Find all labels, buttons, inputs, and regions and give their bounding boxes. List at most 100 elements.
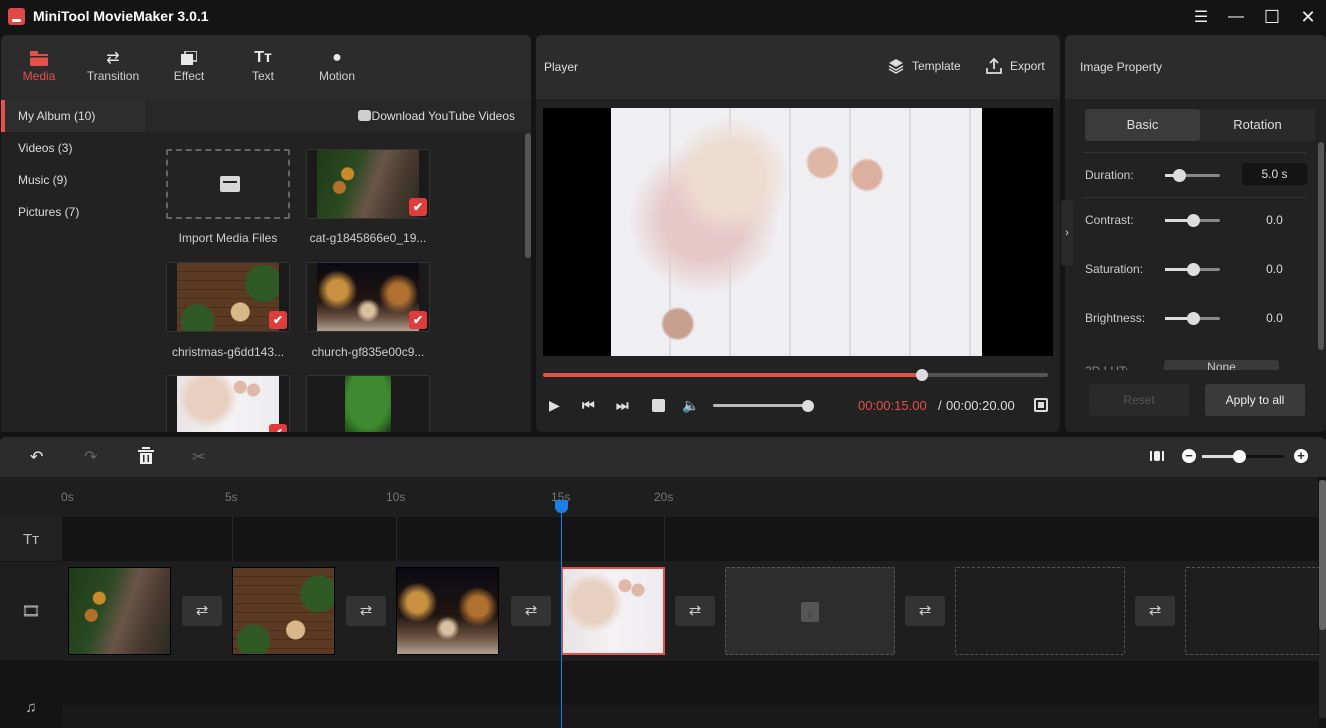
tab-media-label: Media — [22, 69, 56, 83]
play-button[interactable]: ▶ — [549, 397, 560, 414]
seek-handle[interactable] — [915, 369, 928, 381]
empty-clip-slot[interactable] — [1185, 567, 1325, 655]
media-item[interactable]: ✔ — [166, 375, 290, 432]
split-button[interactable]: ✂ — [192, 447, 205, 467]
import-media-button[interactable] — [166, 149, 290, 219]
player-header: Player Template Export — [536, 35, 1060, 99]
transition-slot[interactable]: ⇄ — [182, 596, 222, 626]
transition-slot[interactable]: ⇄ — [675, 596, 715, 626]
folder-icon — [220, 176, 240, 192]
media-item[interactable] — [306, 375, 430, 432]
text-track[interactable]: Tт — [0, 517, 1318, 561]
transition-slot[interactable]: ⇄ — [905, 596, 945, 626]
saturation-handle[interactable] — [1186, 263, 1200, 276]
apply-to-all-button[interactable]: Apply to all — [1205, 384, 1305, 416]
collapse-panel-handle[interactable]: › — [1061, 200, 1073, 266]
contrast-handle[interactable] — [1186, 214, 1200, 227]
maximize-button[interactable]: ☐ — [1259, 5, 1285, 29]
playhead-handle[interactable] — [555, 500, 568, 513]
timeline-clip-cat[interactable] — [68, 567, 171, 655]
saturation-value: 0.0 — [1266, 262, 1283, 276]
minimize-button[interactable]: — — [1223, 5, 1249, 29]
tab-text[interactable]: Tт Text — [228, 47, 298, 83]
tab-media[interactable]: Media — [4, 47, 74, 83]
undo-button[interactable]: ↶ — [30, 447, 43, 467]
volume-icon[interactable]: 🔈 — [682, 397, 699, 414]
tab-effect[interactable]: Effect — [154, 47, 224, 83]
empty-clip-slot[interactable]: ↓ — [725, 567, 895, 655]
previous-frame-button[interactable]: ⏮ — [582, 397, 595, 414]
template-button[interactable]: Template — [888, 58, 961, 74]
close-button[interactable]: ✕ — [1295, 5, 1321, 29]
volume-slider[interactable] — [713, 400, 814, 412]
transition-slot[interactable]: ⇄ — [1135, 596, 1175, 626]
timeline-scrollbar[interactable] — [1319, 480, 1326, 630]
folder-icon — [4, 47, 74, 69]
duration-handle[interactable] — [1172, 169, 1186, 182]
brightness-handle[interactable] — [1186, 312, 1200, 325]
lut-select[interactable]: None — [1164, 360, 1279, 370]
video-track: 🎞 ⇄ ⇄ ⇄ ⇄ ↓ ⇄ ⇄ — [0, 561, 1325, 661]
property-scrollbar[interactable] — [1318, 142, 1324, 350]
duration-slider[interactable] — [1165, 169, 1220, 182]
timeline-ruler[interactable]: 0s 5s 10s 15s 20s — [0, 477, 1318, 517]
gridline — [396, 517, 397, 561]
timeline-zoom-slider[interactable] — [1202, 450, 1284, 463]
tab-text-label: Text — [251, 69, 274, 83]
playhead-line — [561, 505, 562, 728]
duration-input[interactable]: 5.0 s — [1242, 163, 1307, 185]
timeline-clip-church[interactable] — [396, 567, 499, 655]
category-music[interactable]: Music (9) — [1, 164, 146, 196]
category-pictures[interactable]: Pictures (7) — [1, 196, 146, 228]
brightness-slider[interactable] — [1165, 312, 1220, 325]
duration-label: Duration: — [1085, 168, 1134, 182]
player-panel: Player Template Export ▶ ⏮ ⏭ 🔈 00:00:15.… — [536, 35, 1060, 432]
transition-slot[interactable]: ⇄ — [511, 596, 551, 626]
next-frame-button[interactable]: ⏭ — [616, 397, 629, 414]
zoom-handle[interactable] — [1232, 450, 1246, 463]
redo-button[interactable]: ↷ — [84, 447, 97, 467]
trash-icon — [138, 447, 154, 464]
category-videos[interactable]: Videos (3) — [1, 132, 146, 164]
delete-button[interactable] — [138, 447, 154, 469]
tab-motion[interactable]: ● Motion — [302, 47, 372, 83]
timeline-toolbar: ↶ ↷ ✂ — [0, 437, 1326, 477]
tab-rotation[interactable]: Rotation — [1200, 109, 1315, 141]
media-scrollbar[interactable] — [525, 133, 531, 258]
media-item-label: christmas-g6dd143... — [171, 345, 285, 359]
zoom-out-button[interactable]: − — [1182, 449, 1196, 463]
reset-button[interactable]: Reset — [1089, 384, 1189, 416]
seek-progress — [543, 373, 922, 377]
tab-motion-label: Motion — [318, 69, 356, 83]
fullscreen-icon[interactable] — [1034, 398, 1048, 412]
timeline-clip-gift[interactable] — [561, 567, 665, 655]
export-button[interactable]: Export — [986, 58, 1045, 74]
gridline — [664, 517, 665, 561]
tab-transition[interactable]: ⇄ Transition — [78, 47, 148, 83]
category-my-album[interactable]: My Album (10) — [1, 100, 146, 132]
menu-icon[interactable]: ☰ — [1188, 5, 1214, 29]
stop-button[interactable] — [652, 399, 665, 412]
download-youtube-bar[interactable]: Download YouTube Videos — [147, 100, 531, 132]
contrast-slider[interactable] — [1165, 214, 1220, 227]
empty-clip-slot[interactable] — [955, 567, 1125, 655]
media-item[interactable]: ✔ — [166, 262, 290, 332]
audio-track-icon: ♫ — [0, 661, 62, 728]
saturation-slider[interactable] — [1165, 263, 1220, 276]
fit-timeline-icon[interactable] — [1150, 449, 1164, 463]
category-list: My Album (10) Videos (3) Music (9) Pictu… — [1, 100, 146, 432]
tab-basic[interactable]: Basic — [1085, 109, 1200, 141]
download-youtube-button[interactable]: Download YouTube Videos — [372, 109, 515, 123]
media-library: Download YouTube Videos Import Media Fil… — [147, 100, 531, 432]
seek-bar[interactable] — [543, 369, 1048, 381]
video-preview[interactable] — [543, 108, 1053, 356]
transition-slot[interactable]: ⇄ — [346, 596, 386, 626]
media-item[interactable]: ✔ — [306, 262, 430, 332]
zoom-in-button[interactable]: + — [1294, 449, 1308, 463]
volume-handle[interactable] — [802, 400, 814, 412]
timeline-clip-christmas[interactable] — [232, 567, 335, 655]
media-item[interactable]: ✔ — [306, 149, 430, 219]
ruler-tick: 20s — [654, 490, 674, 504]
property-panel: Image Property Basic Rotation Duration: … — [1065, 35, 1326, 432]
layers-icon — [888, 59, 904, 74]
